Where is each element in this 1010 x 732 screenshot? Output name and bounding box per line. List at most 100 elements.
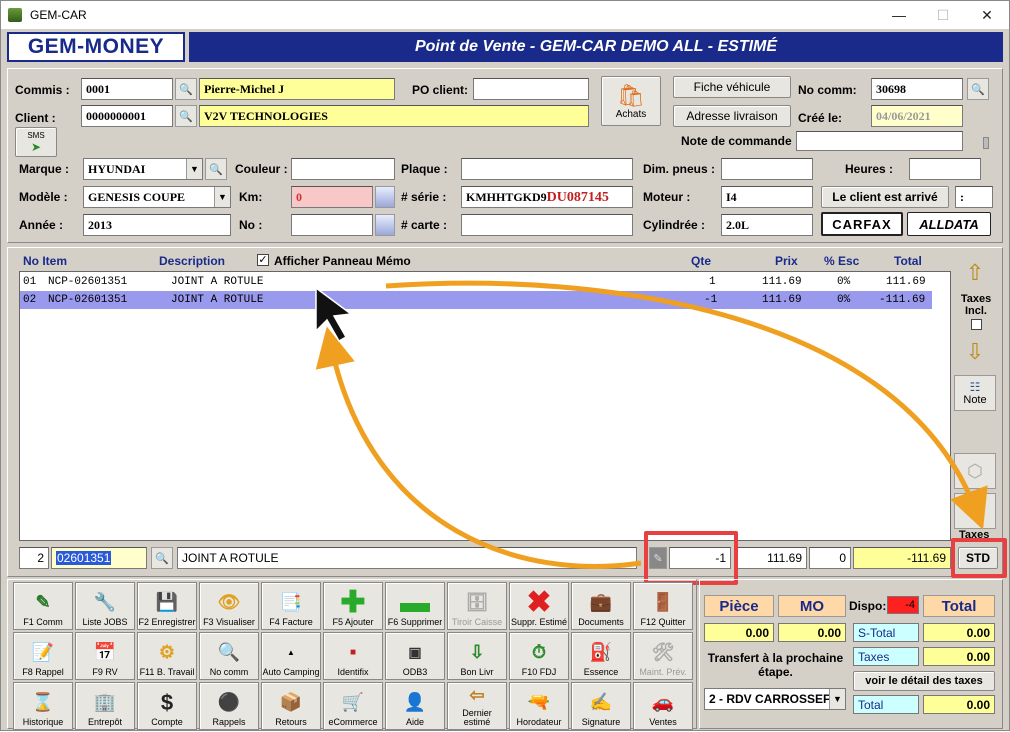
fkey-label: Retours [275, 717, 307, 727]
fkey-suppr-estime[interactable]: ✖ Suppr. Estimé [509, 582, 569, 630]
taxes-total-value: 0.00 [923, 647, 995, 666]
fkey-label: Dernier estimé [462, 708, 492, 727]
maintenance-icon: 🛠 [651, 641, 675, 662]
fkey-horodateur[interactable]: 🔫 Horodateur [509, 682, 569, 730]
arrow-left-icon: ⇦ [469, 684, 485, 705]
fkey-label: F10 FDJ [521, 667, 557, 677]
return-box-icon: 📦 [279, 691, 303, 712]
fkey-f9-rv[interactable]: 📅 F9 RV [75, 632, 135, 680]
work-order-icon: ⚙ [158, 641, 176, 662]
plus-icon: ✚ [340, 585, 366, 619]
fkey-label: Entrepôt [87, 717, 123, 727]
calendar-icon: 📅 [93, 641, 117, 662]
fkey-bon-livr[interactable]: ⇩ Bon Livr [447, 632, 507, 680]
fkey-f1-comm[interactable]: ✎ F1 Comm [13, 582, 73, 630]
view-icon: 👁 [217, 591, 241, 612]
fkey-signature[interactable]: ✍ Signature [571, 682, 631, 730]
help-person-icon: 👤 [403, 691, 427, 712]
fkey-f12-quitter[interactable]: 🚪 F12 Quitter [633, 582, 693, 630]
fkey-label: Maint. Prév. [639, 667, 687, 677]
chevron-down-icon[interactable]: ▼ [829, 689, 845, 709]
stage-select[interactable]: 2 - RDV CARROSSEF ▼ [704, 688, 846, 710]
delete-icon: ✖ [526, 585, 552, 619]
fkey-label: Essence [583, 667, 619, 677]
fkey-label: Documents [578, 617, 624, 627]
total-header: Total [923, 595, 995, 617]
pos-window: GEM-CAR — ☐ ✕ GEM-MONEY Point de Vente -… [0, 0, 1010, 731]
grand-total-value: 0.00 [923, 695, 995, 714]
fkey-f8-rappel[interactable]: 📝 F8 Rappel [13, 632, 73, 680]
fkey-compte[interactable]: $ Compte [137, 682, 197, 730]
piece-value: 0.00 [704, 623, 774, 642]
fkey-f2-enregistrer[interactable]: 💾 F2 Enregistrer [137, 582, 197, 630]
fkey-label: Liste JOBS [82, 617, 128, 627]
fkey-f11-b-travail[interactable]: ⚙ F11 B. Travail [137, 632, 197, 680]
odb3-logo-icon: ▣ [408, 643, 422, 660]
fkey-identifix[interactable]: ■ Identifix [323, 632, 383, 680]
fkey-entrepot[interactable]: 🏢 Entrepôt [75, 682, 135, 730]
fkey-ecommerce[interactable]: 🛒 eCommerce [323, 682, 383, 730]
mo-header: MO [778, 595, 846, 617]
fkey-label: F12 Quitter [640, 617, 686, 627]
fkey-label: Suppr. Estimé [510, 617, 568, 627]
transfert-label: Transfert à la prochaine étape. [707, 651, 844, 679]
fkey-essence[interactable]: ⛽ Essence [571, 632, 631, 680]
fkey-aide[interactable]: 👤 Aide [385, 682, 445, 730]
fkey-f4-facture[interactable]: 📑 F4 Facture [261, 582, 321, 630]
fkey-retours[interactable]: 📦 Retours [261, 682, 321, 730]
exit-door-icon: 🚪 [651, 591, 675, 612]
stotal-label: S-Total [853, 623, 919, 642]
tools-icon: 🔧 [93, 591, 117, 612]
fkey-label: Compte [151, 717, 183, 727]
end-of-day-icon: ⏱ [531, 641, 547, 662]
scanner-icon: 🔫 [527, 691, 551, 712]
fkey-label: F3 Visualiser [203, 617, 255, 627]
fkey-f6-supprimer[interactable]: ▬ F6 Supprimer [385, 582, 445, 630]
mo-value: 0.00 [778, 623, 846, 642]
fkey-label: Signature [581, 717, 621, 727]
fkey-label: Aide [405, 717, 424, 727]
warehouse-icon: 🏢 [93, 691, 117, 712]
fkey-f10-fdj[interactable]: ⏱ F10 FDJ [509, 632, 569, 680]
fkey-label: F6 Supprimer [387, 617, 443, 627]
dispo-label: Dispo: [849, 599, 887, 613]
fkey-label: F8 Rappel [22, 667, 64, 677]
fkey-ventes[interactable]: 🚗 Ventes [633, 682, 693, 730]
fkey-label: Bon Livr [460, 667, 494, 677]
arrow-to-grid [315, 326, 642, 569]
fkey-label: No comm [209, 667, 249, 677]
fkey-f5-ajouter[interactable]: ✚ F5 Ajouter [323, 582, 383, 630]
fkey-odb3[interactable]: ▣ ODB3 [385, 632, 445, 680]
save-icon: 💾 [155, 591, 179, 612]
fkey-tiroir-caisse[interactable]: 🗄 Tiroir Caisse [447, 582, 507, 630]
fkey-no-comm[interactable]: 🔍 No comm [199, 632, 259, 680]
fkey-label: Ventes [649, 717, 677, 727]
hourglass-icon: ⌛ [31, 691, 55, 712]
grand-total-label: Total [853, 695, 919, 714]
dollar-icon: $ [160, 689, 174, 715]
fkey-historique[interactable]: ⌛ Historique [13, 682, 73, 730]
fkey-label: Identifix [337, 667, 369, 677]
fkey-f3-visualiser[interactable]: 👁 F3 Visualiser [199, 582, 259, 630]
cart-icon: 🛒 [341, 691, 365, 712]
fkey-label: F9 RV [92, 667, 118, 677]
fkey-documents[interactable]: 💼 Documents [571, 582, 631, 630]
fkey-liste-jobs[interactable]: 🔧 Liste JOBS [75, 582, 135, 630]
notepad-icon: 📝 [31, 641, 55, 662]
detail-taxes-button[interactable]: voir le détail des taxes [853, 671, 995, 691]
fkey-label: F4 Facture [269, 617, 313, 627]
cash-drawer-icon: 🗄 [465, 591, 489, 612]
fkey-maint-prev[interactable]: 🛠 Maint. Prév. [633, 632, 693, 680]
taxes-total-label: Taxes [853, 647, 919, 666]
magnifier-icon: 🔍 [217, 641, 241, 662]
fkey-rappels[interactable]: ⚫ Rappels [199, 682, 259, 730]
fkey-label: F11 B. Travail [139, 667, 195, 677]
fkey-auto-camping[interactable]: ▲ Auto Camping [261, 632, 321, 680]
fkey-label: Tiroir Caisse [451, 617, 503, 627]
fkey-dernier-estime[interactable]: ⇦ Dernier estimé [447, 682, 507, 730]
stotal-value: 0.00 [923, 623, 995, 642]
arrow-to-std [385, 280, 988, 530]
fkey-label: Auto Camping [262, 667, 320, 677]
fkey-label: F5 Ajouter [332, 617, 374, 627]
car-icon: 🚗 [651, 691, 675, 712]
